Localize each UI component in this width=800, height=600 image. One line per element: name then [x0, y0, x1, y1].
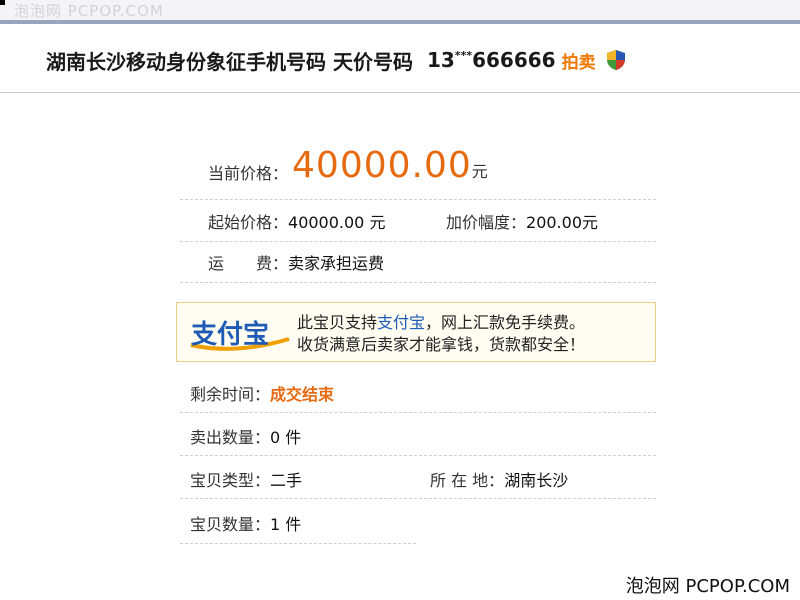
divider-dashed: [180, 455, 656, 456]
alipay-logo[interactable]: 支付宝: [185, 309, 295, 355]
location-value: 湖南长沙: [504, 471, 569, 490]
item-type-row: 宝贝类型：二手: [190, 467, 302, 491]
alipay-line-2: 收货满意后卖家才能拿钱，货款都安全！: [297, 335, 586, 354]
divider-dashed: [180, 412, 656, 413]
divider-dashed: [180, 199, 656, 200]
corner-mark: [0, 0, 5, 5]
shipping-row: 运 费：卖家承担运费: [208, 250, 384, 274]
alipay-link[interactable]: 支付宝: [377, 313, 425, 332]
quantity-row: 宝贝数量：1 件: [190, 511, 301, 535]
alipay-description: 此宝贝支持支付宝，网上汇款免手续费。 收货满意后卖家才能拿钱，货款都安全！: [297, 312, 585, 356]
phone-number-mask: ***: [454, 49, 473, 62]
start-price-row: 起始价格：40000.00 元: [208, 209, 385, 233]
remaining-time-row: 剩余时间：成交结束: [190, 381, 334, 405]
remaining-time-label: 剩余时间：: [190, 385, 271, 404]
divider-dashed: [180, 282, 656, 283]
increment-label: 加价幅度：: [446, 213, 527, 232]
shipping-label: 运 费：: [208, 254, 289, 273]
current-price-unit: 元: [471, 162, 488, 181]
alipay-logo-text: 支付宝: [191, 319, 269, 350]
alipay-line-1-post: ，网上汇款免手续费。: [425, 313, 586, 332]
current-price-row: 当前价格： 40000.00 元: [208, 140, 488, 184]
divider-dashed: [180, 543, 416, 544]
header-divider: [0, 92, 800, 93]
shipping-value: 卖家承担运费: [288, 254, 385, 273]
start-price-label: 起始价格：: [208, 213, 289, 232]
top-strip: 泡泡网 PCPOP.COM: [0, 0, 800, 24]
sold-count-row: 卖出数量：0 件: [190, 424, 301, 448]
listing-title[interactable]: 湖南长沙移动身份象征手机号码 天价号码: [46, 46, 413, 75]
sold-count-label: 卖出数量：: [190, 428, 271, 447]
location-label: 所 在 地：: [430, 471, 505, 490]
footer-brand: 泡泡网 PCPOP.COM: [625, 576, 790, 597]
auction-page: 泡泡网 PCPOP.COM 湖南长沙移动身份象征手机号码 天价号码 13***6…: [0, 0, 800, 600]
alipay-line-1: 此宝贝支持支付宝，网上汇款免手续费。: [297, 312, 585, 334]
start-price-value: 40000.00 元: [288, 213, 386, 232]
phone-number-suffix: 666666: [472, 48, 556, 72]
item-type-value: 二手: [270, 471, 303, 490]
auction-tag: 拍卖: [561, 52, 596, 73]
quantity-value: 1 件: [270, 515, 302, 534]
listing-title-row: 湖南长沙移动身份象征手机号码 天价号码 13***666666 拍卖: [46, 44, 626, 76]
alipay-line-1-pre: 此宝贝支持: [297, 313, 378, 332]
current-price-value: 40000.00: [292, 145, 472, 186]
divider-dashed: [180, 241, 656, 242]
item-type-label: 宝贝类型：: [190, 471, 271, 490]
current-price-label: 当前价格：: [208, 164, 289, 183]
increment-row: 加价幅度：200.00元: [446, 209, 598, 233]
shield-icon: [606, 49, 626, 71]
increment-value: 200.00元: [526, 213, 599, 232]
remaining-time-value: 成交结束: [270, 385, 335, 404]
phone-number-prefix: 13: [426, 48, 455, 72]
divider-dashed: [180, 498, 656, 499]
phone-number: 13***666666: [427, 48, 556, 72]
sold-count-value: 0 件: [270, 428, 302, 447]
alipay-banner[interactable]: 支付宝 此宝贝支持支付宝，网上汇款免手续费。 收货满意后卖家才能拿钱，货款都安全…: [176, 302, 656, 362]
watermark-text: 泡泡网 PCPOP.COM: [14, 2, 164, 20]
location-row: 所 在 地：湖南长沙: [430, 467, 568, 491]
top-bar: [0, 20, 800, 24]
quantity-label: 宝贝数量：: [190, 515, 271, 534]
